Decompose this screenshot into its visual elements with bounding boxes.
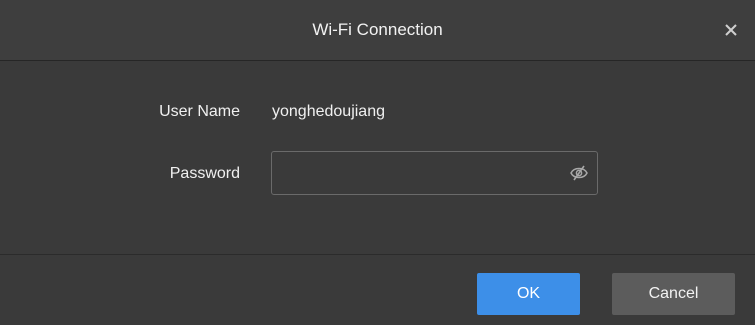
password-visibility-toggle[interactable]	[569, 164, 589, 182]
dialog-titlebar: Wi-Fi Connection	[0, 0, 755, 61]
dialog-footer: OK Cancel	[0, 254, 755, 325]
close-icon	[725, 24, 737, 36]
close-button[interactable]	[721, 20, 741, 40]
password-input[interactable]	[272, 152, 562, 194]
password-field-container	[271, 151, 598, 195]
ok-button[interactable]: OK	[477, 273, 580, 315]
user-name-label: User Name	[159, 103, 240, 120]
user-name-value: yonghedoujiang	[272, 103, 385, 120]
dialog-title: Wi-Fi Connection	[312, 20, 443, 39]
password-label: Password	[169, 165, 240, 182]
wifi-connection-dialog: Wi-Fi Connection User Name yonghedoujian…	[0, 0, 755, 325]
eye-hidden-icon	[570, 165, 588, 181]
cancel-button[interactable]: Cancel	[612, 273, 735, 315]
dialog-body: User Name yonghedoujiang Password	[0, 61, 755, 253]
